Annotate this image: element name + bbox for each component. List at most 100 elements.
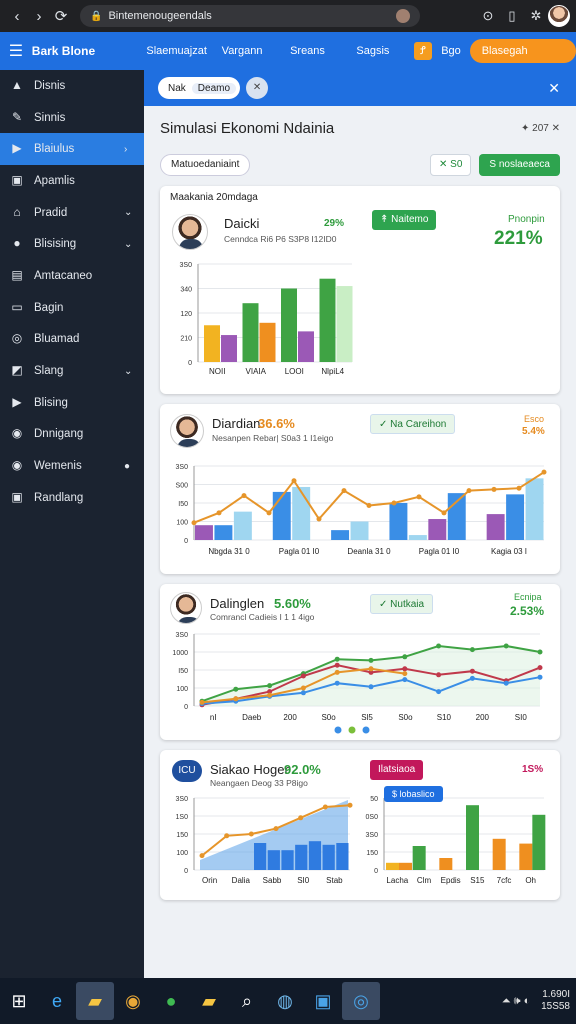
right-label: Pnonpin (508, 214, 545, 225)
sidebar-icon: ◉ (11, 458, 23, 473)
brand-logo[interactable]: Bark Blone (32, 44, 144, 58)
globe-icon[interactable]: ◍ (266, 982, 304, 1020)
location-icon[interactable]: ⊙ (476, 8, 500, 24)
sidebar-item-label: Blising (34, 396, 68, 409)
sidebar-item-10[interactable]: ▶ Blising (0, 387, 144, 419)
user-avatar[interactable] (548, 5, 570, 27)
trend-point (441, 510, 447, 516)
sidebar-item-9[interactable]: ◩ Slang ⌄ (0, 355, 144, 387)
x-tick-label: Daeb (242, 713, 262, 722)
card-tag[interactable]: ✓ Nutkaia (370, 594, 434, 614)
y-tick-label: 50 (370, 796, 378, 803)
card-tag[interactable]: ✓ Na Careihon (370, 414, 456, 434)
card-tag[interactable]: Ilatsiaoa (370, 760, 424, 780)
sidebar-item-label: Amtacaneo (34, 269, 93, 282)
pager-dot (362, 726, 370, 734)
chart-card-3: 3S0 1000 I50 100 0 nI Daeb 200 S0o Sl5 S0o S10 200 SI… (160, 584, 560, 740)
app-icon[interactable]: ● (152, 982, 190, 1020)
bar (195, 525, 213, 540)
trend-point (224, 833, 230, 839)
big-value: 221% (494, 228, 543, 249)
chrome-icon[interactable]: ◉ (114, 982, 152, 1020)
x-tick-label: nI (210, 713, 217, 722)
taskbar: ⊞ e ▰ ◉ ● ▰ ⌕ ◍ ▣ ◎ ⏶ 🕪 ◐ 1.690I 15S58 (0, 978, 576, 1024)
gear-icon[interactable]: ✲ (524, 8, 548, 24)
phone-icon[interactable]: ▯ (500, 8, 524, 24)
x-tick-label: NlpiL4 (321, 367, 344, 376)
series-point (233, 696, 239, 702)
badge-icon[interactable]: Ꝭ (413, 42, 433, 60)
bar (322, 844, 335, 870)
sidebar-item-8[interactable]: ◎ Bluamad (0, 324, 144, 356)
start-icon[interactable]: ⊞ (0, 982, 38, 1020)
sidebar-icon: ▲ (11, 77, 23, 92)
profile-icon (396, 9, 410, 23)
lock-icon: 🔒 (90, 10, 103, 22)
sidebar-item-6[interactable]: ▤ Amtacaneo (0, 260, 144, 292)
tab-second[interactable]: Deamo (191, 82, 237, 94)
sidebar-icon: ▭ (11, 299, 23, 314)
bar (439, 858, 453, 870)
sidebar-item-4[interactable]: ⌂ Pradid ⌄ (0, 197, 144, 229)
edge-icon[interactable]: e (38, 982, 76, 1020)
sidebar-item-11[interactable]: ◉ Dnnigang (0, 419, 144, 451)
chevron-icon: ● (124, 460, 131, 472)
trend-point (266, 510, 272, 516)
top-navbar: ☰ Bark Blone Slaemuajzat Vargann Sreans … (0, 32, 576, 81)
folder-icon[interactable]: ▰ (76, 982, 114, 1020)
sidebar-item-3[interactable]: ▣ Apamlis (0, 165, 144, 197)
sidebar-item-label: Blisising (34, 238, 77, 251)
x-tick-label: Pagla 01 I0 (279, 547, 320, 556)
nav-item-4[interactable]: Sagsis (340, 45, 405, 57)
main-panel: Nak Deamo ✕ ✕ Simulasi Ekonomi Ndainia ✦… (144, 70, 576, 978)
x-tick-label: Lacha (386, 876, 408, 885)
back-icon[interactable]: ‹ (6, 8, 28, 25)
bar (242, 303, 259, 362)
nav-item-3[interactable]: Sreans (275, 45, 340, 57)
bar (466, 805, 479, 870)
files-icon[interactable]: ▰ (190, 982, 228, 1020)
sidebar-icon: ⌂ (13, 204, 21, 219)
title-row: Simulasi Ekonomi Ndainia ✦ 207 ✕ (144, 106, 576, 150)
tab-close-icon[interactable]: ✕ (246, 77, 269, 99)
address-bar[interactable]: 🔒 Bintemenougeendals (80, 5, 420, 27)
image-icon[interactable]: ▣ (304, 982, 342, 1020)
sidebar-item-2[interactable]: ▶ Blaiulus › (0, 133, 144, 166)
series-point (300, 685, 306, 691)
sidebar-item-0[interactable]: ▲ Disnis (0, 70, 144, 102)
reload-icon[interactable]: ⟳ (50, 7, 72, 25)
trend-point (516, 485, 522, 491)
right-label: Ecnipa (514, 592, 542, 602)
series-point (469, 675, 475, 681)
sidebar-item-12[interactable]: ◉ Wemenis ● (0, 450, 144, 482)
card-tag[interactable]: ↟ Naitemo (372, 210, 437, 230)
green-button[interactable]: S noslaeaeca (479, 154, 560, 176)
close-icon[interactable]: ✕ (548, 80, 560, 97)
tab-first[interactable]: Nak (162, 83, 192, 94)
card-sub: Comrancl Cadieis I 1 1 4igo (210, 612, 315, 622)
outline-button[interactable]: ✕ S0 (430, 154, 472, 176)
sidebar-item-1[interactable]: ✎ Sinnis (0, 102, 144, 134)
card-sub: Nesanpen Rebar| S0a3 1 I1eigo (212, 433, 334, 443)
x-tick-label: S0o (321, 713, 336, 722)
y-tick-label: 100 (176, 850, 188, 857)
hamburger-icon[interactable]: ☰ (0, 41, 32, 61)
clock-time: 1.690I (542, 989, 570, 1000)
nav-item-1[interactable]: Slaemuajzat (144, 45, 209, 57)
search-icon[interactable]: ⌕ (228, 982, 266, 1020)
y-tick-label: 3S0 (176, 796, 189, 803)
sidebar-item-5[interactable]: ● Blisising ⌄ (0, 228, 144, 260)
trend-point (216, 510, 222, 516)
card-name: Siakao Hoger (210, 762, 289, 777)
sidebar-item-7[interactable]: ▭ Bagin (0, 292, 144, 324)
page-meta: ✦ 207 ✕ (520, 122, 560, 134)
badge-text: Bgo (441, 45, 461, 57)
y-tick-label: 100 (176, 520, 188, 527)
tray-icons[interactable]: ⏶ 🕪 ◐ (502, 995, 531, 1007)
forward-icon[interactable]: › (28, 8, 50, 25)
filter-pill[interactable]: Matuoedaniaint (160, 154, 251, 176)
sidebar-item-13[interactable]: ▣ Randlang (0, 482, 144, 514)
cta-button[interactable]: Blasegah Carnme (469, 39, 576, 81)
app2-icon[interactable]: ◎ (342, 982, 380, 1020)
nav-item-2[interactable]: Vargann (209, 45, 274, 57)
